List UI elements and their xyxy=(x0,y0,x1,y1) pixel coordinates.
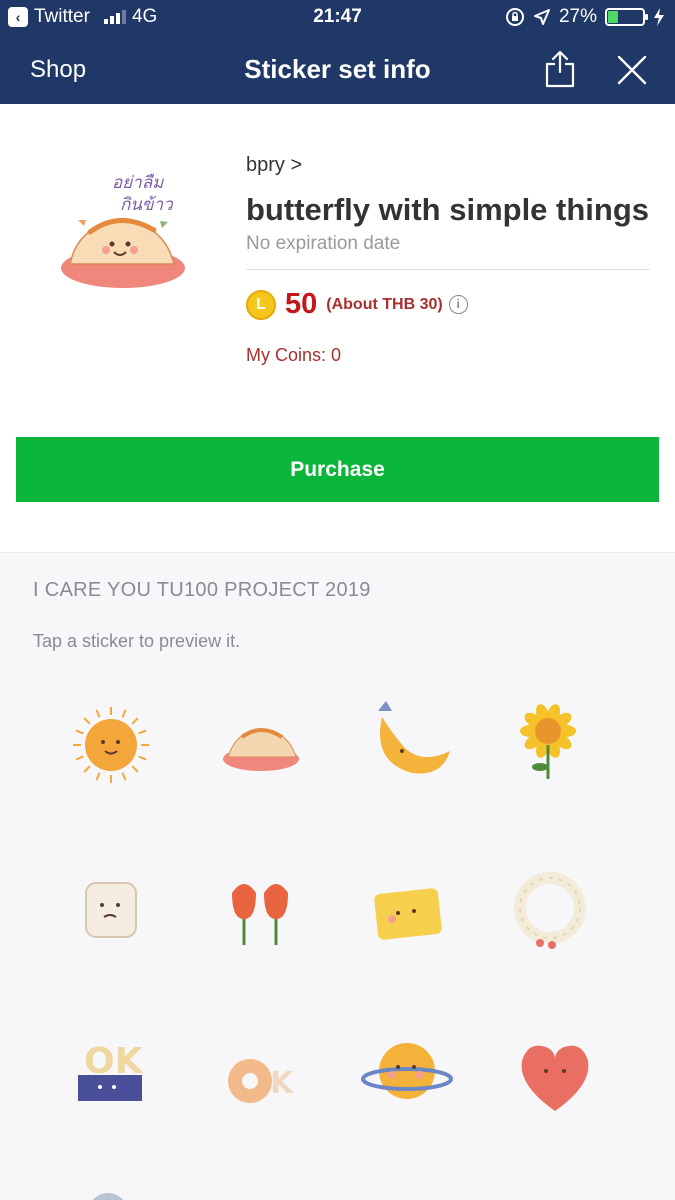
purchase-button[interactable]: Purchase xyxy=(16,437,659,502)
wreath-sticker[interactable] xyxy=(500,853,610,963)
price-approx: (About THB 30) xyxy=(326,295,443,313)
ok-sticker[interactable]: OK xyxy=(56,1019,166,1129)
sticker-set-title: I CARE YOU TU100 PROJECT 2019 xyxy=(33,579,371,601)
wreath-sticker-image xyxy=(514,872,586,949)
my-coins: My Coins: 0 xyxy=(246,345,342,365)
svg-text:K: K xyxy=(270,1066,295,1101)
author-link[interactable]: bpry > xyxy=(246,154,650,177)
planet-sticker[interactable] xyxy=(352,1019,462,1129)
svg-text:กินข้าว: กินข้าว xyxy=(120,195,174,215)
battery-icon xyxy=(605,8,648,26)
donut-sticker[interactable]: K xyxy=(206,1019,316,1129)
heart-sticker[interactable] xyxy=(500,1019,610,1129)
preview-hint: Tap a sticker to preview it. xyxy=(33,631,241,651)
next-row-sticker-peek xyxy=(88,1193,128,1200)
price-row: L 50 (About THB 30) i xyxy=(246,288,650,321)
rotation-lock-icon xyxy=(505,8,524,26)
expiry-text: No expiration date xyxy=(246,233,650,270)
battery-percent: 27% xyxy=(558,6,597,27)
sunflower-sticker[interactable] xyxy=(500,687,610,797)
sunflower-sticker-image xyxy=(520,704,576,779)
sticker-list-section: I CARE YOU TU100 PROJECT 2019 Tap a stic… xyxy=(0,552,675,1200)
sun-sticker[interactable] xyxy=(56,687,166,797)
price-value: 50 xyxy=(285,288,318,320)
status-bar: ‹ Twitter 4G 21:47 27% xyxy=(0,0,675,36)
product-section: อย่าลืม กินข้าว bpry > butterfly with si… xyxy=(0,104,675,552)
planet-sticker-image xyxy=(361,1043,453,1099)
omelette-sticker[interactable] xyxy=(206,687,316,797)
heart-sticker-image xyxy=(521,1045,589,1111)
ok-sticker-image: OK xyxy=(78,1041,144,1101)
donut-sticker-image: K xyxy=(228,1059,295,1103)
close-icon[interactable] xyxy=(614,52,650,88)
product-info: bpry > butterfly with simple things No e… xyxy=(246,154,650,366)
tulips-sticker-image xyxy=(232,884,288,945)
svg-text:อย่าลืม: อย่าลืม xyxy=(112,173,164,193)
line-coin-icon: L xyxy=(246,289,276,320)
sun-sticker-image xyxy=(73,707,149,783)
omelette-sticker-image xyxy=(223,728,299,771)
charging-icon xyxy=(654,8,664,26)
moon-sticker[interactable] xyxy=(352,687,462,797)
toast-sticker[interactable] xyxy=(56,853,166,963)
moon-sticker-image xyxy=(378,701,450,774)
pillow-sticker-image xyxy=(374,888,442,940)
status-right: 27% xyxy=(505,6,665,28)
tulips-sticker[interactable] xyxy=(206,853,316,963)
location-icon xyxy=(533,9,550,25)
sticker-set-thumbnail: อย่าลืม กินข้าว xyxy=(61,173,185,288)
top-bar: ‹ Twitter 4G 21:47 27% Shop Sticker set … xyxy=(0,0,675,104)
info-icon[interactable]: i xyxy=(448,295,468,314)
share-icon[interactable] xyxy=(544,48,576,88)
nav-bar: Shop Sticker set info xyxy=(0,36,675,104)
sticker-set-name: butterfly with simple things xyxy=(246,192,650,227)
toast-sticker-image xyxy=(85,882,137,938)
battery-fill xyxy=(608,11,618,23)
pillow-sticker[interactable] xyxy=(352,853,462,963)
